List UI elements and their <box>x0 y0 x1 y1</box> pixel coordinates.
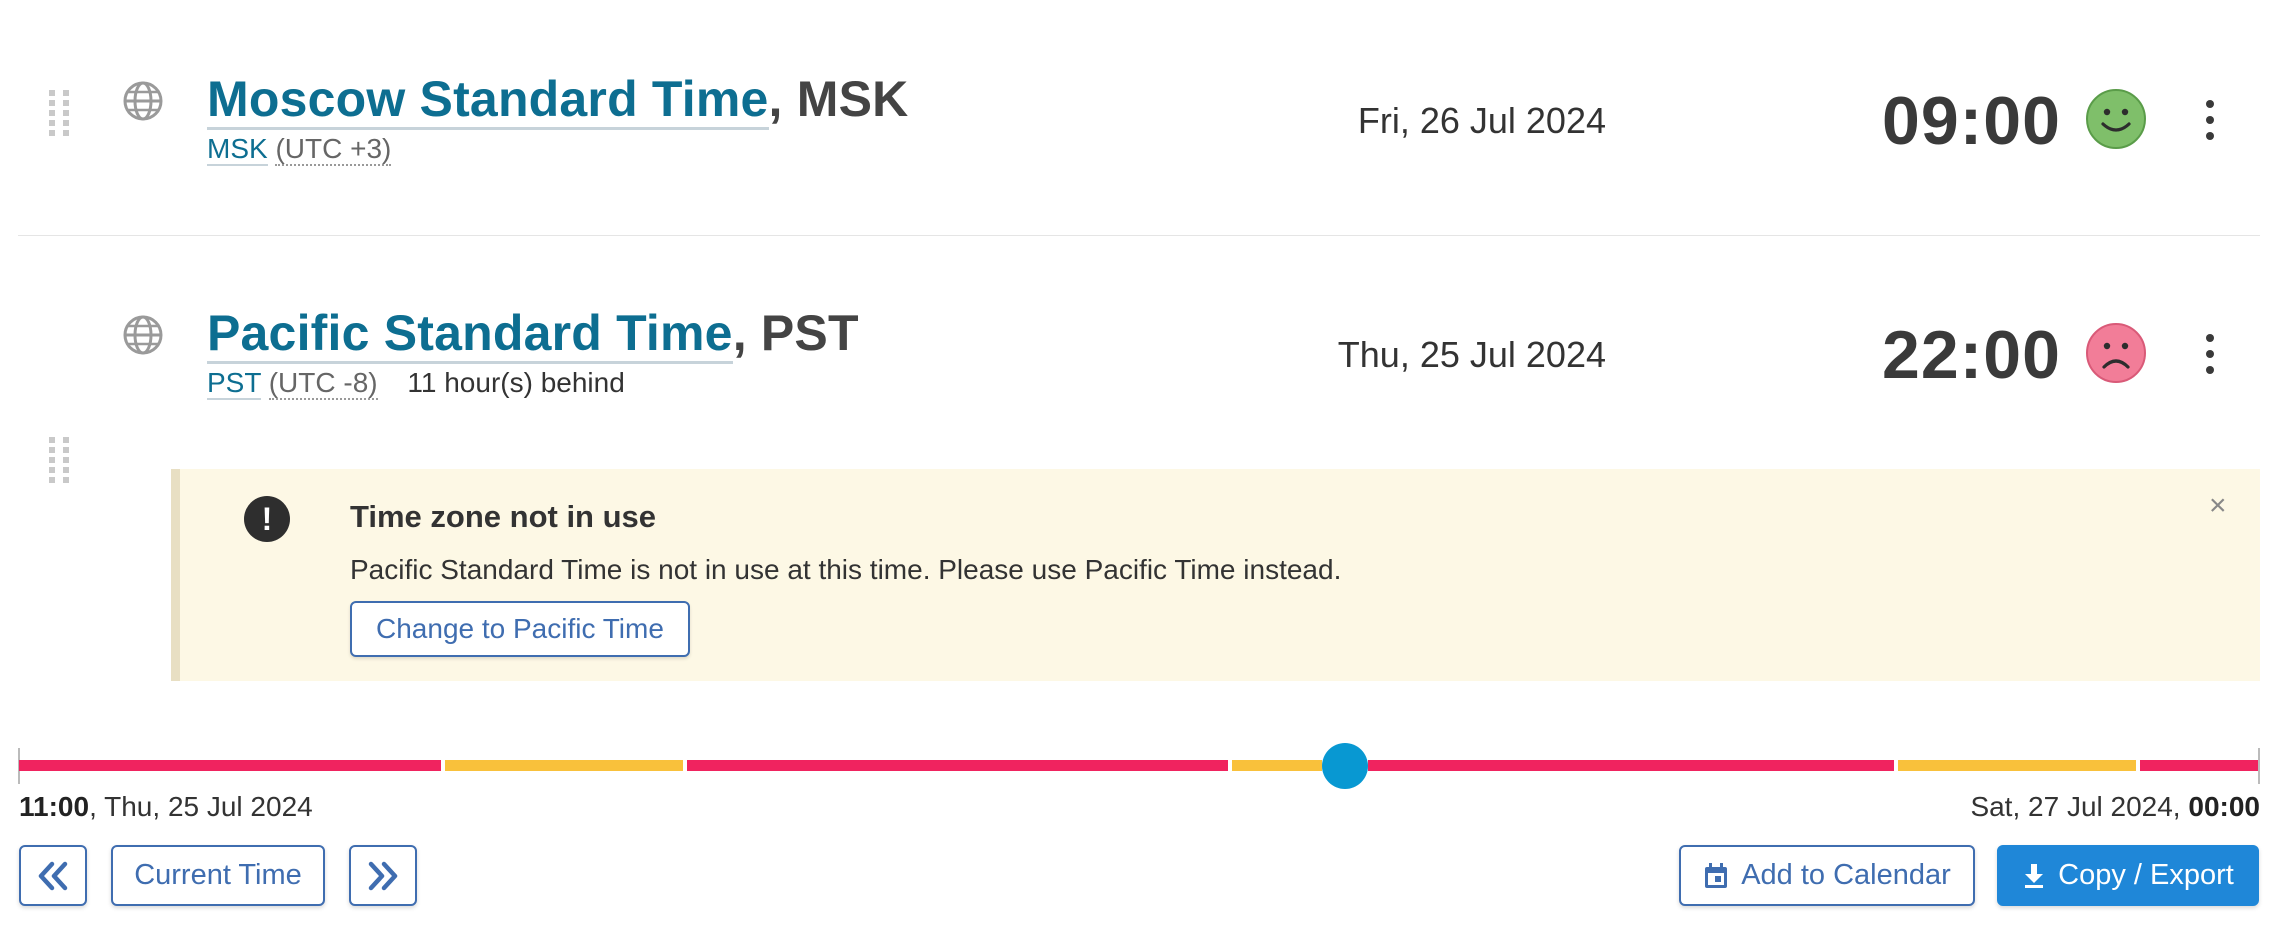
change-timezone-button[interactable]: Change to Pacific Time <box>350 601 690 657</box>
timezone-date: Thu, 25 Jul 2024 <box>1337 334 1606 375</box>
alert-message: Pacific Standard Time is not in use at t… <box>350 554 1342 585</box>
timezone-warning-alert: ! Time zone not in use Pacific Standard … <box>171 469 2260 681</box>
utc-offset: (UTC -8) <box>268 367 378 400</box>
close-icon[interactable]: × <box>2209 489 2227 523</box>
timeline-segment-night[interactable] <box>1368 760 1894 771</box>
timezone-name-link[interactable]: Moscow Standard Time <box>207 71 769 130</box>
timezone-abbr: , MSK <box>768 71 909 127</box>
more-options-icon[interactable] <box>2203 334 2217 374</box>
timeline-segment-night[interactable] <box>687 760 1228 771</box>
sad-face-icon <box>2086 323 2146 383</box>
timezone-time: 22:00 <box>1882 317 2061 393</box>
relative-offset: 11 hour(s) behind <box>407 367 625 398</box>
alert-title: Time zone not in use <box>350 499 657 534</box>
timeline-start-date: , Thu, 25 Jul 2024 <box>89 791 313 822</box>
copy-export-button[interactable]: Copy / Export <box>1997 845 2259 906</box>
copy-export-label: Copy / Export <box>2058 859 2234 891</box>
globe-icon <box>123 81 163 121</box>
timezone-name-link[interactable]: Pacific Standard Time <box>207 305 733 364</box>
double-chevron-left-icon <box>38 861 68 890</box>
timeline-segment-transition[interactable] <box>1232 760 1322 771</box>
happy-face-icon <box>2086 89 2146 149</box>
globe-icon <box>123 315 163 355</box>
timezone-date: Fri, 26 Jul 2024 <box>1357 100 1606 141</box>
timeline-end-date: Sat, 27 Jul 2024, <box>1970 791 2189 822</box>
timeline-start-label: 11:00, Thu, 25 Jul 2024 <box>19 791 313 823</box>
timezone-title: Pacific Standard Time, PST <box>207 304 859 364</box>
utc-offset: (UTC +3) <box>275 133 392 166</box>
more-options-icon[interactable] <box>2203 100 2217 140</box>
timezone-abbr: , PST <box>732 305 859 361</box>
timezone-subtitle: MSK (UTC +3) <box>207 133 392 166</box>
previous-button[interactable] <box>19 845 87 906</box>
timezone-abbr-link[interactable]: MSK <box>207 133 268 166</box>
timeline-segment-transition[interactable] <box>1898 760 2136 771</box>
timeline-end-time: 00:00 <box>2188 791 2260 822</box>
timezone-time: 09:00 <box>1882 83 2061 159</box>
timeline-start-time: 11:00 <box>19 791 90 822</box>
row-divider <box>18 235 2260 236</box>
add-to-calendar-label: Add to Calendar <box>1741 859 1951 891</box>
calendar-icon <box>1705 862 1728 888</box>
timeline-segment-transition[interactable] <box>445 760 683 771</box>
add-to-calendar-button[interactable]: Add to Calendar <box>1679 845 1975 906</box>
drag-handle-icon[interactable] <box>49 437 69 497</box>
timeline-end-label: Sat, 27 Jul 2024, 00:00 <box>1970 791 2260 823</box>
exclamation-circle-icon: ! <box>244 496 290 542</box>
download-icon <box>2025 863 2044 888</box>
timeline-segment-night[interactable] <box>19 760 441 771</box>
timezone-subtitle: PST (UTC -8) 11 hour(s) behind <box>207 367 625 400</box>
drag-handle-icon[interactable] <box>49 90 69 150</box>
timezone-title: Moscow Standard Time, MSK <box>207 70 909 130</box>
double-chevron-right-icon <box>368 861 398 890</box>
timeline-end-tick <box>2258 748 2260 784</box>
timezone-abbr-link[interactable]: PST <box>207 367 261 400</box>
timeline-slider-handle[interactable] <box>1322 743 1368 789</box>
timeline-segment-night[interactable] <box>2140 760 2258 771</box>
next-button[interactable] <box>349 845 417 906</box>
current-time-button[interactable]: Current Time <box>111 845 325 906</box>
